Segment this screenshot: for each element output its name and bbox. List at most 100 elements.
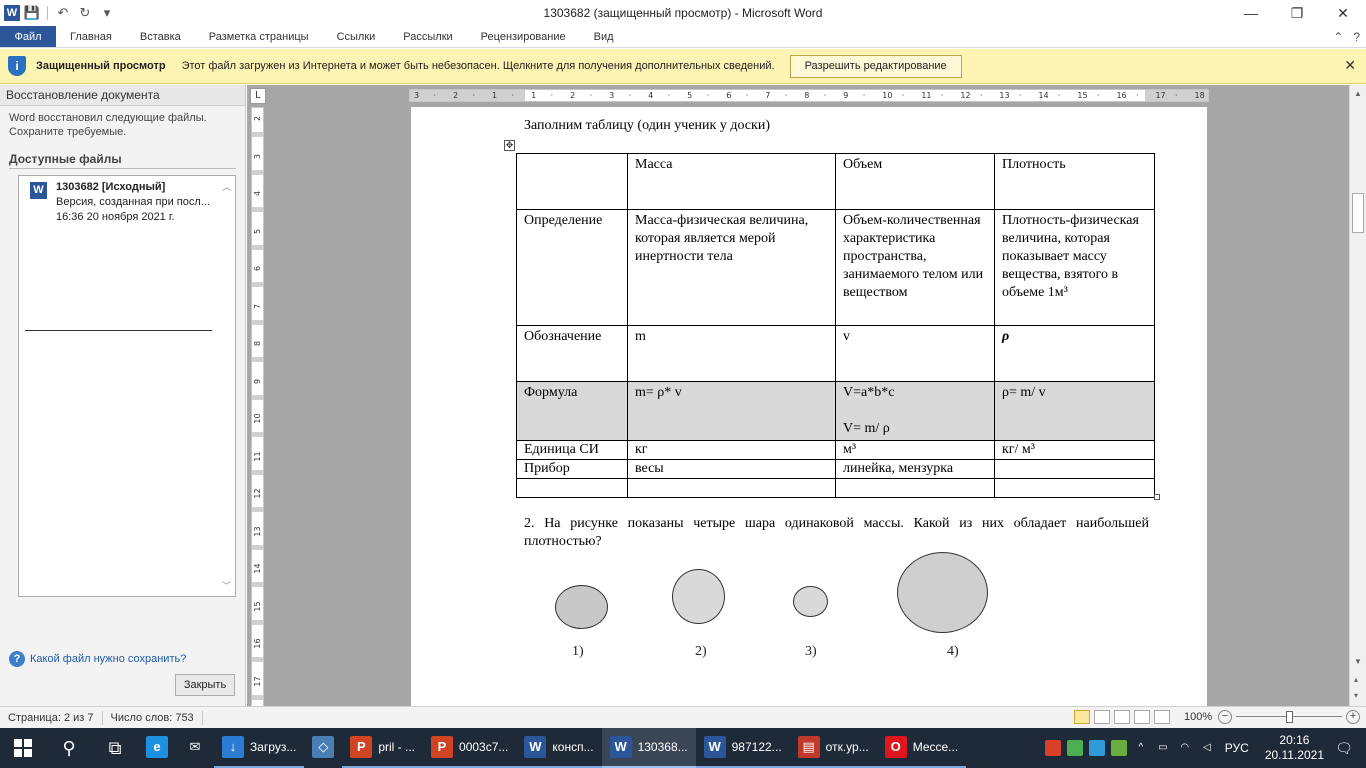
search-icon[interactable]: ⚲ <box>46 728 92 768</box>
which-file-help-text[interactable]: Какой файл нужно сохранить? <box>30 653 186 665</box>
show-hidden-icons-icon[interactable]: ^ <box>1133 740 1149 756</box>
scroll-down-icon[interactable]: ▼ <box>1354 657 1362 666</box>
protected-view-title: Защищенный просмотр <box>36 60 166 72</box>
word-logo-icon[interactable]: W <box>4 5 20 21</box>
taskbar-app-icon: ↓ <box>222 736 244 758</box>
taskbar-app[interactable]: W 987122... <box>695 728 790 768</box>
customize-qat-icon[interactable]: ▾ <box>97 3 117 23</box>
notifications-icon[interactable]: 🗨 <box>1330 740 1358 757</box>
protected-view-message[interactable]: Этот файл загружен из Интернета и может … <box>182 60 775 72</box>
document-page[interactable]: Заполним таблицу (один ученик у доски) ✥… <box>411 107 1207 706</box>
ruler-tick: 8 <box>804 91 810 100</box>
table-cell: м³ <box>835 440 995 460</box>
taskbar-app[interactable]: W 130368... <box>601 728 696 768</box>
protected-view-bar[interactable]: i Защищенный просмотр Этот файл загружен… <box>0 49 1366 84</box>
taskbar-app[interactable]: P 0003c7... <box>423 728 517 768</box>
taskbar-app[interactable]: ✉ <box>176 728 214 768</box>
zoom-knob[interactable] <box>1285 711 1293 723</box>
tab-mailings[interactable]: Рассылки <box>389 26 466 47</box>
table-resize-handle[interactable] <box>1154 494 1160 500</box>
undo-icon[interactable]: ↶ <box>53 3 73 23</box>
language-indicator[interactable]: РУС <box>1225 741 1249 755</box>
save-icon[interactable]: 💾 <box>22 3 42 23</box>
ruler-tick: · <box>589 91 593 100</box>
ruler-tick: 1 <box>492 91 498 100</box>
recovered-files-list[interactable]: W 1303682 [Исходный] Версия, созданная п… <box>18 175 236 597</box>
zoom-slider[interactable] <box>1236 710 1342 724</box>
tab-file[interactable]: Файл <box>0 26 56 47</box>
help-icon[interactable]: ? <box>1353 26 1360 48</box>
ruler-tick: 9 <box>843 91 849 100</box>
reading-view-icon[interactable] <box>1094 710 1110 724</box>
tray-app-icon[interactable] <box>1066 740 1083 756</box>
clock[interactable]: 20:16 20.11.2021 <box>1265 733 1324 763</box>
table-header-volume: Объем <box>835 153 995 210</box>
table-cell: Плотность-физическая величина, которая п… <box>994 209 1155 326</box>
redo-icon[interactable]: ↻ <box>75 3 95 23</box>
zoom-out-button[interactable]: − <box>1218 710 1232 724</box>
table-cell: линейка, мензурка <box>835 459 995 479</box>
zoom-level[interactable]: 100% <box>1184 711 1214 723</box>
tray-app-icon[interactable] <box>1044 740 1061 756</box>
table-cell: V=a*b*c V= m/ ρ <box>835 381 995 441</box>
tab-selector-icon[interactable]: L <box>250 88 266 104</box>
vertical-scrollbar[interactable]: ▲ ▼ ▴ ▾ <box>1349 85 1366 706</box>
wifi-icon[interactable]: ◠ <box>1177 740 1193 756</box>
taskbar-app[interactable]: ↓ Загруз... <box>214 728 305 768</box>
minimize-button[interactable]: — <box>1228 0 1274 26</box>
tab-review[interactable]: Рецензирование <box>467 26 580 47</box>
table-cell <box>994 459 1155 479</box>
recovery-close-button[interactable]: Закрыть <box>175 674 235 696</box>
next-page-icon[interactable]: ▾ <box>1354 691 1358 700</box>
taskbar-app[interactable]: O Мессе... <box>876 728 967 768</box>
tab-home[interactable]: Главная <box>56 26 126 47</box>
previous-page-icon[interactable]: ▴ <box>1354 675 1358 684</box>
table-header-density: Плотность <box>994 153 1155 210</box>
taskbar-app[interactable]: Ppril - ... <box>342 728 424 768</box>
start-button[interactable] <box>0 728 46 768</box>
zoom-in-button[interactable]: + <box>1346 710 1360 724</box>
tab-insert[interactable]: Вставка <box>126 26 195 47</box>
scroll-thumb[interactable] <box>1352 193 1364 233</box>
task-view-icon[interactable]: ⧉ <box>92 728 138 768</box>
taskbar-app[interactable]: ▤ отк.ур... <box>789 728 877 768</box>
question-icon: ? <box>9 651 25 667</box>
tab-references[interactable]: Ссылки <box>323 26 390 47</box>
outline-view-icon[interactable] <box>1134 710 1150 724</box>
ruler-mark <box>252 432 263 437</box>
document-area[interactable]: L 3 · 2 · 1 · 1 · 2 · 3 · 4 · 5 · 6 · 7 · 8 · 9 · 10 · 11 · 12 · 13 · 14… <box>247 85 1349 706</box>
scroll-up-icon[interactable]: ▲ <box>1354 89 1362 98</box>
enable-editing-button[interactable]: Разрешить редактирование <box>789 54 962 78</box>
which-file-help-link[interactable]: ? Какой файл нужно сохранить? <box>9 651 186 667</box>
tray-app-icon[interactable] <box>1110 740 1127 756</box>
ruler-tick: · <box>511 91 515 100</box>
taskbar-app[interactable]: e <box>138 728 176 768</box>
tray-app-icon[interactable] <box>1088 740 1105 756</box>
restore-button[interactable]: ❐ <box>1274 0 1320 26</box>
table-move-handle-icon[interactable]: ✥ <box>504 140 515 151</box>
taskbar-app[interactable]: Wконсп... <box>516 728 602 768</box>
print-layout-view-icon[interactable] <box>1074 710 1090 724</box>
taskbar-app-icon: ▤ <box>797 736 820 758</box>
horizontal-ruler[interactable]: 3 · 2 · 1 · 1 · 2 · 3 · 4 · 5 · 6 · 7 · 8 · 9 · 10 · 11 · 12 · 13 · 14 · 1… <box>409 89 1209 102</box>
draft-view-icon[interactable] <box>1154 710 1170 724</box>
close-bar-icon[interactable]: ✕ <box>1344 57 1356 74</box>
scroll-up-icon[interactable]: ︿ <box>222 180 231 193</box>
page-count[interactable]: Страница: 2 из 7 <box>0 710 103 725</box>
vertical-ruler[interactable]: 2 3 4 5 6 7 8 9 10 11 12 13 14 15 16 17 <box>251 107 264 706</box>
tab-view[interactable]: Вид <box>580 26 628 47</box>
close-button[interactable]: ✕ <box>1320 0 1366 26</box>
battery-icon[interactable]: ▭ <box>1155 740 1171 756</box>
recovered-file-item[interactable]: W 1303682 [Исходный] Версия, созданная п… <box>19 176 235 246</box>
ruler-tick: · <box>979 91 983 100</box>
document-recovery-pane: Восстановление документа Word восстанови… <box>0 85 246 706</box>
tab-page-layout[interactable]: Разметка страницы <box>195 26 323 47</box>
web-layout-view-icon[interactable] <box>1114 710 1130 724</box>
taskbar-app[interactable]: ◇ <box>304 728 342 768</box>
collapse-ribbon-icon[interactable]: ⌃ <box>1333 26 1343 48</box>
scroll-down-icon[interactable]: ﹀ <box>222 579 231 592</box>
word-count[interactable]: Число слов: 753 <box>103 710 203 725</box>
ruler-tick: 5 <box>253 228 262 234</box>
volume-icon[interactable]: ◁ <box>1199 740 1215 756</box>
taskbar-app-label: pril - ... <box>378 740 416 754</box>
